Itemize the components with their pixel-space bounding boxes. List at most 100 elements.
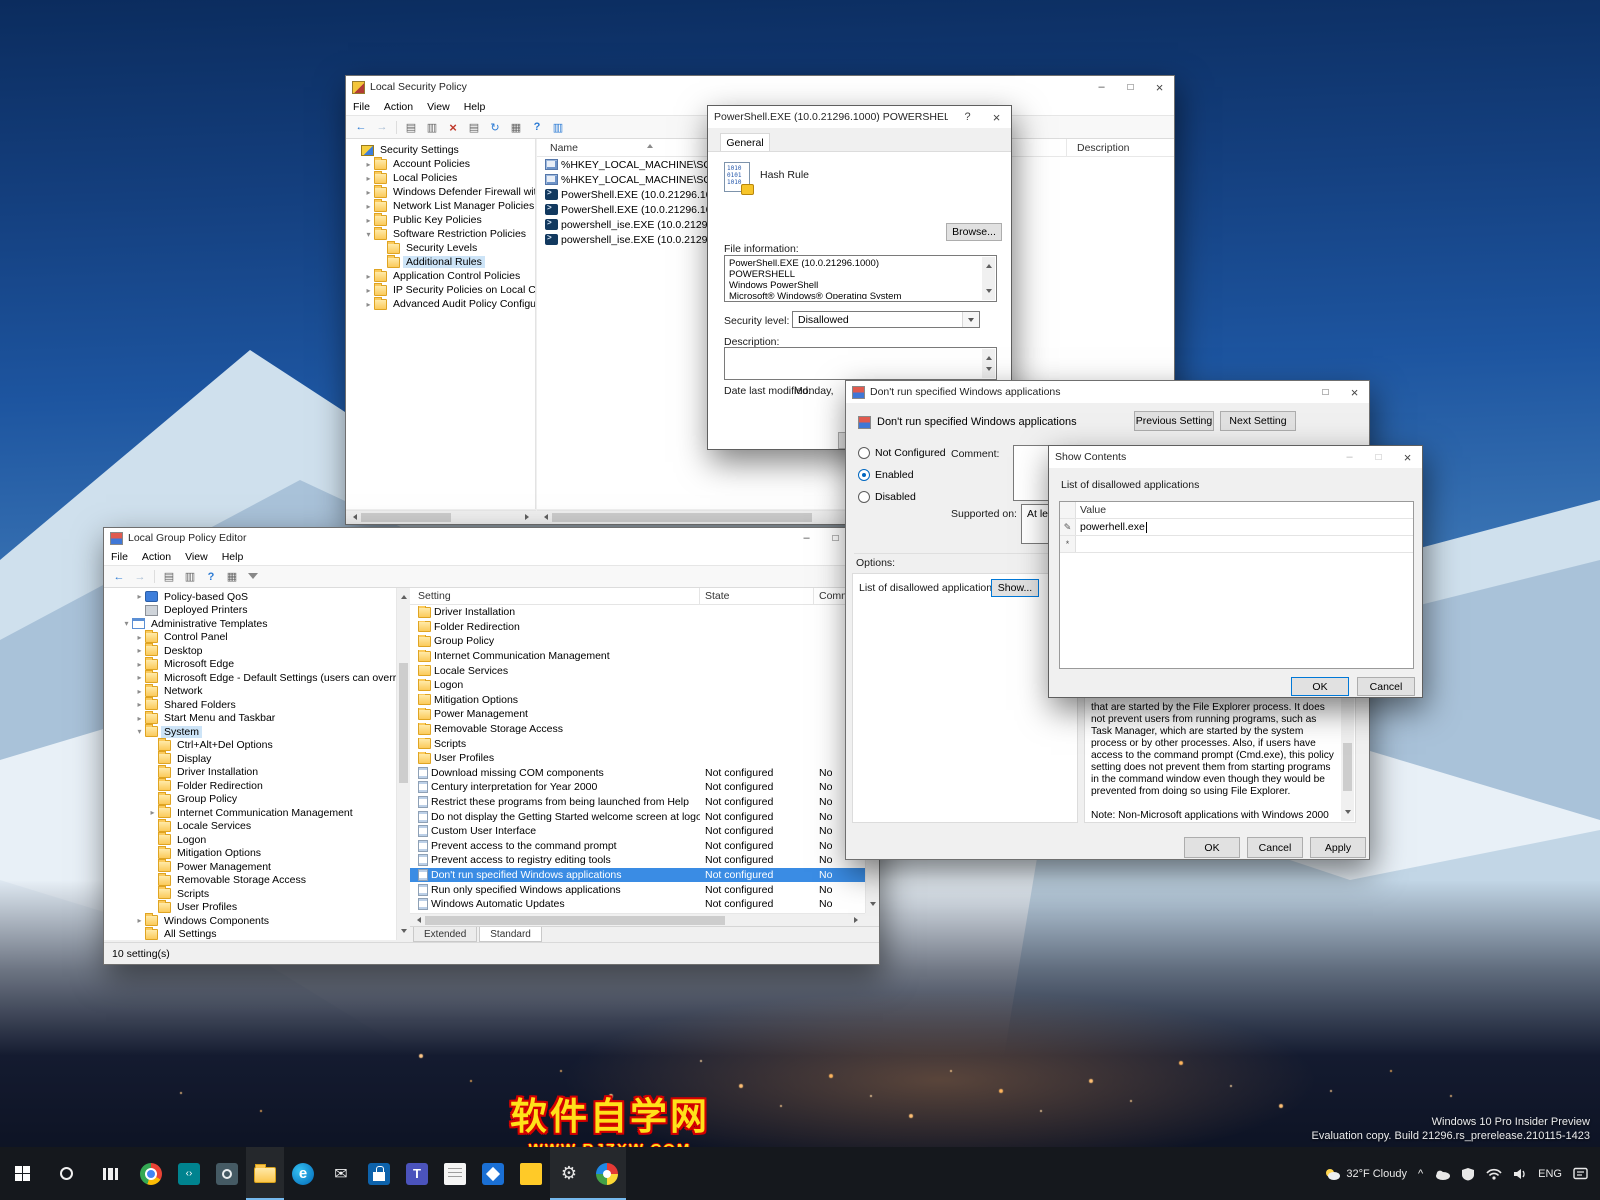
radio-not-configured[interactable]: Not Configured [858,447,946,459]
tree-item[interactable]: Deployed Printers [104,604,396,618]
value-row[interactable]: * [1060,536,1413,553]
tree-expander-icon[interactable]: ▸ [363,216,374,225]
sticky-notes-icon[interactable] [512,1147,550,1200]
scroll-left-icon[interactable] [414,917,421,923]
scrollbar-thumb[interactable] [425,916,725,925]
tree-item[interactable]: ▸ Network [104,685,396,699]
scroll-right-icon[interactable] [525,514,532,520]
description-scrollbar[interactable] [982,349,995,378]
paint-icon[interactable] [588,1147,626,1200]
tree-item[interactable]: User Profiles [104,901,396,915]
value-column-header[interactable]: Value [1076,504,1413,516]
tree-item[interactable]: Logon [104,833,396,847]
tab-general[interactable]: General [720,133,770,151]
tree-item[interactable]: Additional Rules [346,255,535,269]
maximize-button[interactable] [1311,381,1340,403]
scrollbar-thumb[interactable] [361,513,451,522]
scroll-up-icon[interactable] [986,353,992,360]
cancel-button[interactable]: Cancel [1247,837,1303,858]
column-setting[interactable]: Setting [410,588,700,604]
document-icon[interactable] [436,1147,474,1200]
radio-disabled[interactable]: Disabled [858,491,916,503]
chrome-icon[interactable] [132,1147,170,1200]
view-tab[interactable]: Extended [413,927,477,942]
tree-expander-icon[interactable]: ▸ [363,202,374,211]
scrollbar-thumb[interactable] [552,513,812,522]
photos-icon[interactable] [474,1147,512,1200]
titlebar[interactable]: PowerShell.EXE (10.0.21296.1000) POWERSH… [708,106,1011,128]
tree-item[interactable]: Removable Storage Access [104,874,396,888]
tree-item[interactable]: ▸ Desktop [104,644,396,658]
edge-icon[interactable] [284,1147,322,1200]
weather-badge[interactable]: 32°F Cloudy [1324,1167,1407,1181]
tree-item[interactable]: Scripts [104,887,396,901]
column-description[interactable]: Description [1067,139,1174,156]
tree-item[interactable]: ▸ Microsoft Edge [104,658,396,672]
menu-item[interactable]: View [420,101,457,113]
tree-item[interactable]: ▸ Policy-based QoS [104,590,396,604]
minimize-button[interactable] [792,528,821,548]
setting-row[interactable]: Mitigation Options [410,693,865,708]
close-button[interactable] [1340,381,1369,403]
list-view-icon[interactable] [465,119,483,135]
scroll-up-icon[interactable] [401,592,407,599]
file-explorer-icon[interactable] [246,1147,284,1200]
setting-row[interactable]: Prevent access to registry editing tools… [410,853,865,868]
tree-item[interactable]: ▾ Administrative Templates [104,617,396,631]
dev-app-icon[interactable] [170,1147,208,1200]
tree-item[interactable]: Mitigation Options [104,847,396,861]
close-button[interactable] [982,106,1011,128]
notification-center-icon[interactable] [1573,1167,1588,1180]
tree-item[interactable]: ▸ Public Key Policies [346,213,535,227]
tree-item[interactable]: ▸ Start Menu and Taskbar [104,712,396,726]
scroll-down-icon[interactable] [1345,810,1351,817]
tree-expander-icon[interactable]: ▸ [134,714,145,723]
tree-expander-icon[interactable]: ▸ [363,160,374,169]
menu-item[interactable]: Help [457,101,493,113]
tree-expander-icon[interactable]: ▸ [134,660,145,669]
setting-row[interactable]: Group Policy [410,634,865,649]
menu-item[interactable]: View [178,551,215,563]
setting-row[interactable]: Restrict these programs from being launc… [410,795,865,810]
radio-enabled[interactable]: Enabled [858,469,914,481]
tree-item[interactable]: ▸ Internet Communication Management [104,806,396,820]
scrollbar-thumb[interactable] [399,663,408,783]
properties-icon[interactable] [181,569,199,585]
refresh-icon[interactable] [486,119,504,135]
tree-item[interactable]: Ctrl+Alt+Del Options [104,739,396,753]
tree-item[interactable]: Group Policy [104,793,396,807]
settings-icon[interactable] [550,1147,588,1200]
tree-expander-icon[interactable]: ▸ [134,687,145,696]
tree-expander-icon[interactable]: ▸ [134,700,145,709]
context-help-button[interactable] [953,106,982,128]
tree-item[interactable]: ▸ Account Policies [346,157,535,171]
setting-row[interactable]: Century interpretation for Year 2000 Not… [410,780,865,795]
security-level-dropdown[interactable]: Disallowed [792,311,980,328]
back-icon[interactable] [110,569,128,585]
tree-expander-icon[interactable]: ▸ [134,592,145,601]
forward-icon[interactable] [131,569,149,585]
tree-item[interactable]: Locale Services [104,820,396,834]
tree-vertical-scrollbar[interactable] [396,588,410,940]
scrollbar-thumb[interactable] [1343,743,1352,791]
tree-expander-icon[interactable]: ▸ [363,300,374,309]
tree-expander-icon[interactable]: ▸ [134,673,145,682]
tree-item[interactable]: ▸ Local Policies [346,171,535,185]
tree-item[interactable]: Driver Installation [104,766,396,780]
tree-expander-icon[interactable]: ▾ [134,727,145,736]
scroll-down-icon[interactable] [401,929,407,936]
scroll-left-icon[interactable] [350,514,357,520]
close-button[interactable] [1393,446,1422,468]
setting-row[interactable]: Folder Redirection [410,620,865,635]
language-indicator[interactable]: ENG [1538,1168,1562,1180]
setting-row[interactable]: Removable Storage Access [410,722,865,737]
titlebar[interactable]: Local Security Policy [346,76,1174,98]
tree-item[interactable]: Security Levels [346,241,535,255]
setting-row[interactable]: Internet Communication Management [410,649,865,664]
scroll-up-icon[interactable] [986,261,992,268]
settings-horizontal-scrollbar[interactable] [410,913,865,926]
tree-item[interactable]: ▸ Shared Folders [104,698,396,712]
tree-item[interactable]: Security Settings [346,143,535,157]
window-panes-icon[interactable] [223,569,241,585]
menu-item[interactable]: File [346,101,377,113]
